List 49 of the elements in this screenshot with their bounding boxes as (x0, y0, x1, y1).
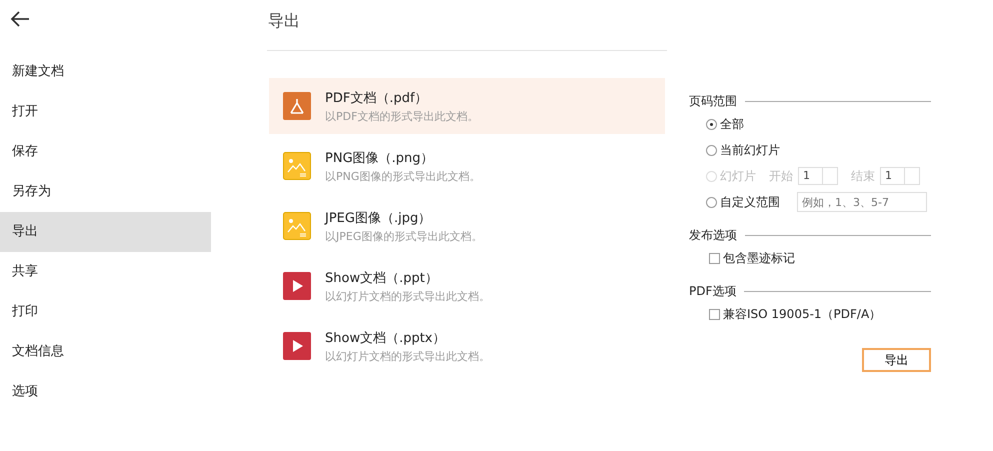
radio-button[interactable] (706, 118, 717, 130)
radio-label: 幻灯片 (720, 168, 756, 184)
sidebar-item[interactable]: 打印 (0, 292, 211, 332)
format-item[interactable]: JPEG图像（.jpg） 以JPEG图像的形式导出此文档。 (269, 198, 665, 254)
start-label: 开始 (769, 168, 793, 184)
format-description: 以幻灯片文档的形式导出此文档。 (325, 348, 490, 364)
sidebar-item[interactable]: 文档信息 (0, 332, 211, 372)
format-name: PNG图像（.png） (325, 150, 435, 166)
section-title: PDF选项 (689, 282, 736, 300)
radio-label: 当前幻灯片 (720, 142, 780, 158)
sidebar-item[interactable]: 打开 (0, 92, 211, 132)
range-input-field[interactable]: 例如，1、3、5-7 (797, 192, 927, 212)
image-file-icon (283, 150, 311, 182)
format-item[interactable]: Show文档（.ppt） 以幻灯片文档的形式导出此文档。 (269, 258, 665, 314)
section-title: 页码范围 (689, 92, 737, 110)
sidebar-item[interactable]: 新建文档 (0, 52, 211, 92)
radio-button[interactable] (706, 196, 717, 208)
format-description: 以PNG图像的形式导出此文档。 (325, 168, 480, 184)
play-file-icon (283, 330, 311, 362)
sidebar-item[interactable]: 另存为 (0, 172, 211, 212)
sidebar-item[interactable]: 共享 (0, 252, 211, 292)
pdf-file-icon (283, 90, 311, 122)
format-name: Show文档（.pptx） (325, 330, 447, 346)
sidebar-item[interactable]: 导出 (0, 212, 211, 252)
format-name: PDF文档（.pdf） (325, 90, 429, 106)
format-description: 以JPEG图像的形式导出此文档。 (325, 228, 482, 244)
format-name: Show文档（.ppt） (325, 270, 439, 286)
format-description: 以PDF文档的形式导出此文档。 (325, 108, 478, 124)
play-file-icon (283, 270, 311, 302)
checkbox-label: 包含墨迹标记 (723, 250, 795, 266)
radio-label: 全部 (720, 116, 744, 132)
format-item[interactable]: PDF文档（.pdf） 以PDF文档的形式导出此文档。 (269, 78, 665, 134)
format-item[interactable]: PNG图像（.png） 以PNG图像的形式导出此文档。 (269, 138, 665, 194)
back-arrow-icon[interactable] (10, 10, 30, 28)
checkbox[interactable] (709, 308, 720, 320)
image-file-icon (283, 210, 311, 242)
section-title: 发布选项 (689, 226, 737, 244)
export-button[interactable]: 导出 (862, 348, 931, 372)
format-item[interactable]: Show文档（.pptx） 以幻灯片文档的形式导出此文档。 (269, 318, 665, 374)
format-name: JPEG图像（.jpg） (325, 210, 432, 226)
checkbox-label: 兼容ISO 19005-1（PDF/A） (723, 306, 882, 322)
page-title: 导出 (268, 10, 300, 32)
end-label: 结束 (851, 168, 875, 184)
format-description: 以幻灯片文档的形式导出此文档。 (325, 288, 490, 304)
sidebar-item[interactable]: 选项 (0, 372, 211, 412)
radio-label: 自定义范围 (720, 194, 780, 210)
radio-button[interactable] (706, 144, 717, 156)
sidebar-item[interactable]: 保存 (0, 132, 211, 172)
checkbox[interactable] (709, 252, 720, 264)
